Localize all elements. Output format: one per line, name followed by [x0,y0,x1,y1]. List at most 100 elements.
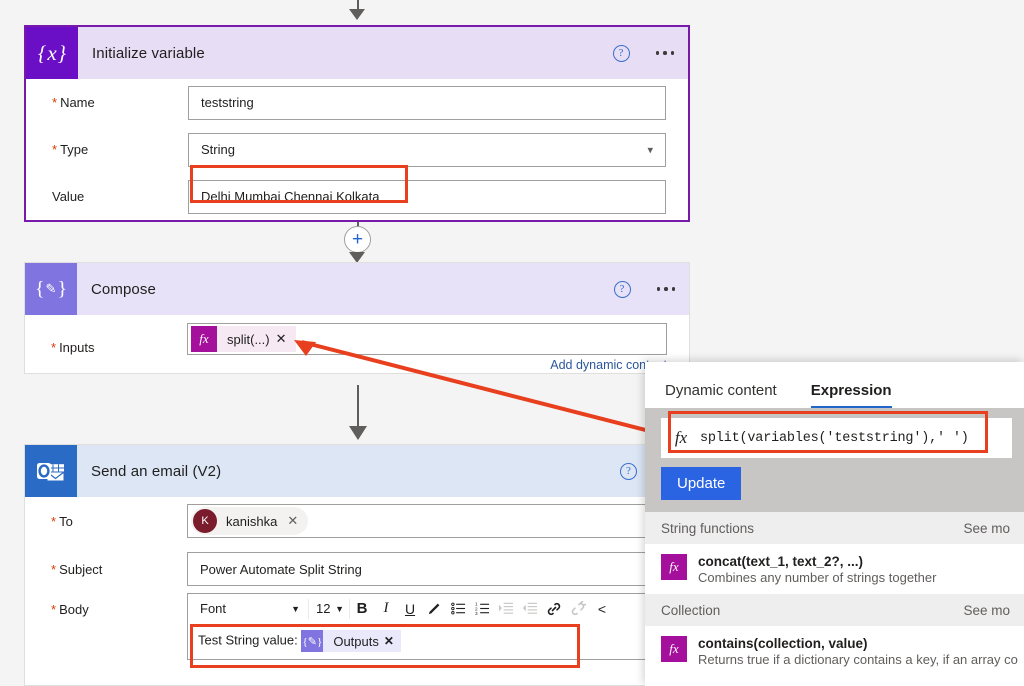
section-header-collection: Collection See mo [645,594,1024,626]
font-size-dropdown[interactable]: 12 ▼ [309,596,349,622]
recipient-chip[interactable]: K kanishka ✕ [191,507,309,535]
function-description: Combines any number of strings together [698,570,937,585]
required-asterisk: * [51,513,57,529]
name-input[interactable]: teststring [188,85,666,120]
card-compose[interactable]: {✎} Compose ? * Inputs fx split(...) ✕ A… [24,262,690,374]
bold-button[interactable]: B [350,596,374,622]
avatar: K [193,509,217,533]
see-more-link[interactable]: See mo [963,521,1010,536]
fx-icon: fx [661,554,687,580]
card-title-send-an-email: Send an email (V2) [91,462,222,480]
function-name: concat(text_1, text_2?, ...) [698,554,864,569]
flow-canvas: + {x} Initialize variable ? *Name testst… [0,0,1024,686]
see-more-link[interactable]: See mo [963,603,1010,618]
tab-expression[interactable]: Expression [810,382,892,408]
help-icon[interactable]: ? [612,44,630,62]
card-header-compose[interactable]: {✎} Compose ? [25,263,689,315]
section-title: Collection [661,602,721,618]
field-row-inputs: * Inputs fx split(...) ✕ Add dynamic cont… [47,315,667,372]
dynamic-token-outputs[interactable]: {✎} Outputs ✕ [301,630,401,652]
bullet-list-icon[interactable] [446,596,470,622]
subject-input[interactable]: Power Automate Split String [187,552,661,586]
close-icon[interactable]: ✕ [384,634,401,648]
expression-value: split(variables('teststring'),' ') [700,430,969,446]
body-editor-area[interactable]: Test String value: {✎} Outputs ✕ [187,623,661,660]
insert-step-button-middle[interactable]: + [344,226,371,253]
outdent-icon[interactable] [518,596,542,622]
more-options-icon[interactable] [655,51,674,55]
field-row-type: * Type String ▾ [48,126,666,173]
close-icon[interactable]: ✕ [276,331,296,347]
field-label-body: * Body [51,602,89,617]
required-asterisk: * [51,602,57,617]
type-dropdown[interactable]: String ▾ [188,132,666,167]
pen-icon[interactable] [422,596,446,622]
numbered-list-icon[interactable]: 123 [470,596,494,622]
connector-init-to-compose: + [338,222,378,263]
card-send-an-email[interactable]: Send an email (V2) ? * To K kanishka ✕ *… [24,444,684,686]
field-label-name: * Name [52,95,95,110]
function-name: contains(collection, value) [698,636,868,651]
code-icon[interactable]: < [590,596,614,622]
card-initialize-variable[interactable]: {x} Initialize variable ? * Name teststri… [24,25,690,222]
expression-input[interactable]: fx split(variables('teststring'),' ') [661,418,1012,458]
inputs-field[interactable]: fx split(...) ✕ [187,323,667,355]
link-icon[interactable] [542,596,566,622]
field-label-subject: * Subject [51,561,103,577]
card-body-send-an-email: * To K kanishka ✕ * Subject Power Automate… [25,497,683,660]
field-label-inputs: * Inputs [51,340,95,355]
font-family-dropdown[interactable]: Font ▼ [190,596,308,622]
value-input[interactable]: Delhi Mumbai Chennai Kolkata [188,179,666,214]
card-header-send-an-email[interactable]: Send an email (V2) ? [25,445,683,497]
chevron-down-icon: ▼ [291,603,300,614]
help-icon[interactable]: ? [613,280,631,298]
required-asterisk: * [52,95,58,110]
field-label-to: * To [51,513,73,529]
chevron-down-icon: ▼ [335,603,344,614]
body-static-text: Test String value: [198,632,298,648]
field-row-subject: * Subject Power Automate Split String [47,545,661,593]
arrow-head-top [349,9,365,20]
chevron-down-icon: ▾ [647,144,653,156]
card-body-initialize-variable: * Name teststring * Type String ▾ Value De… [26,79,688,220]
card-title-initialize-variable: Initialize variable [92,44,205,62]
required-asterisk: * [51,340,57,355]
card-title-compose: Compose [91,280,156,298]
more-options-icon[interactable] [656,287,675,291]
expression-editor-zone: fx split(variables('teststring'),' ') Up… [645,408,1024,512]
outlook-icon [25,445,77,497]
function-item-concat[interactable]: fx concat(text_1, text_2?, ...) Combines… [645,544,1024,594]
add-dynamic-content-link[interactable]: Add dynamic content [187,355,667,372]
italic-button[interactable]: I [374,596,398,622]
panel-tabs: Dynamic content Expression [645,362,1024,408]
field-row-body: * Body Font ▼ 12 ▼ B I U 1 2 3 < Test St… [47,593,661,660]
expression-panel[interactable]: Dynamic content Expression fx split(vari… [645,362,1024,686]
fx-icon: fx [674,428,688,447]
help-icon[interactable]: ? [620,462,637,480]
indent-icon[interactable] [494,596,518,622]
underline-button[interactable]: U [398,596,422,622]
close-icon[interactable]: ✕ [287,513,304,529]
fx-icon: fx [661,636,687,662]
field-row-value: Value Delhi Mumbai Chennai Kolkata [48,173,666,220]
fx-icon: fx [191,326,217,352]
svg-text:3: 3 [475,611,478,616]
update-button[interactable]: Update [661,467,742,500]
connector-top: + [338,0,378,25]
field-label-type: * Type [52,142,89,157]
required-asterisk: * [51,561,57,577]
variable-icon: {x} [26,27,78,79]
body-editor-toolbar[interactable]: Font ▼ 12 ▼ B I U 1 2 3 < [187,593,661,623]
function-item-contains[interactable]: fx contains(collection, value) Returns t… [645,626,1024,676]
section-header-string-functions: String functions See mo [645,512,1024,544]
tab-dynamic-content[interactable]: Dynamic content [665,382,777,408]
card-header-initialize-variable[interactable]: {x} Initialize variable ? [26,27,688,79]
to-input[interactable]: K kanishka ✕ [187,504,661,538]
plus-icon: + [351,229,364,250]
compose-icon: {✎} [25,263,77,315]
unlink-icon[interactable] [566,596,590,622]
required-asterisk: * [52,142,58,157]
card-body-compose: * Inputs fx split(...) ✕ Add dynamic cont… [25,315,689,372]
field-row-to: * To K kanishka ✕ [47,497,661,545]
expression-chip-split[interactable]: fx split(...) ✕ [191,326,296,352]
